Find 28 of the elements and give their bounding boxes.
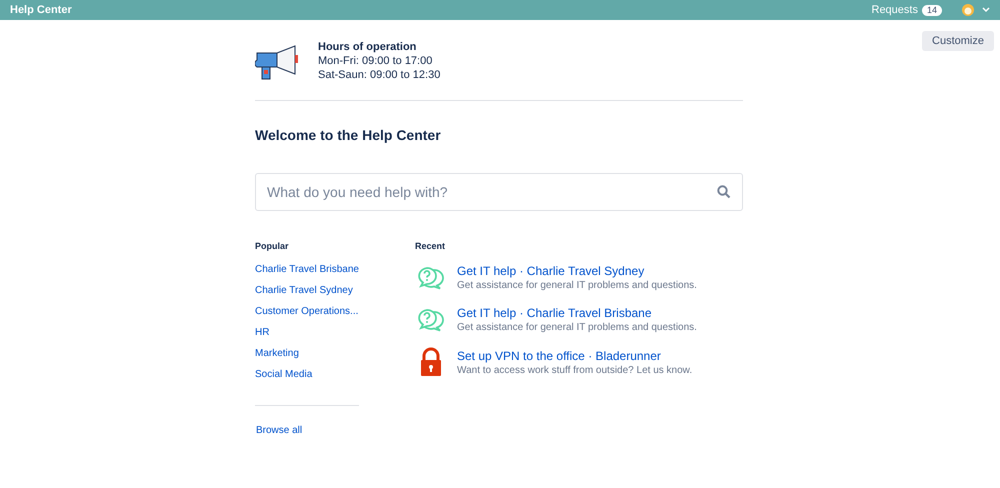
request-type-link[interactable]: Set up VPN to the office · Bladerunner — [457, 348, 692, 364]
popular-heading: Popular — [255, 240, 290, 253]
request-description: Get assistance for general IT problems and questions. — [457, 279, 697, 292]
customize-button[interactable]: Customize — [922, 31, 994, 51]
avatar-icon[interactable] — [962, 4, 974, 16]
popular-link[interactable]: Charlie Travel Brisbane — [255, 263, 359, 284]
chevron-down-icon[interactable] — [982, 7, 990, 13]
popular-link[interactable]: Social Media — [255, 368, 312, 389]
popular-link[interactable]: Charlie Travel Sydney — [255, 284, 353, 305]
chat-question-icon — [416, 308, 446, 332]
hours-line: Sat-Saun: 09:00 to 12:30 — [318, 68, 440, 82]
search-field[interactable]: What do you need help with? — [255, 173, 743, 211]
hours-heading: Hours of operation — [318, 40, 418, 54]
request-type-link[interactable]: Get IT help · Charlie Travel Brisbane — [457, 305, 697, 321]
megaphone-icon — [255, 43, 301, 81]
chat-question-icon — [416, 266, 446, 290]
search-icon[interactable] — [717, 185, 731, 199]
popular-link[interactable]: Customer Operations... — [255, 305, 358, 326]
popular-link[interactable]: HR — [255, 326, 270, 347]
request-description: Get assistance for general IT problems and questions. — [457, 321, 697, 334]
recent-heading: Recent — [415, 240, 446, 253]
popular-link[interactable]: Marketing — [255, 347, 299, 368]
browse-all-link[interactable]: Browse all — [256, 423, 415, 438]
request-description: Want to access work stuff from outside? Let us know. — [457, 364, 692, 376]
welcome-heading: Welcome to the Help Center — [255, 126, 442, 145]
hours-line: Mon-Fri: 09:00 to 17:00 — [318, 54, 434, 68]
requests-count: 14 — [922, 4, 942, 16]
request-type-link[interactable]: Get IT help · Charlie Travel Sydney — [457, 263, 697, 279]
